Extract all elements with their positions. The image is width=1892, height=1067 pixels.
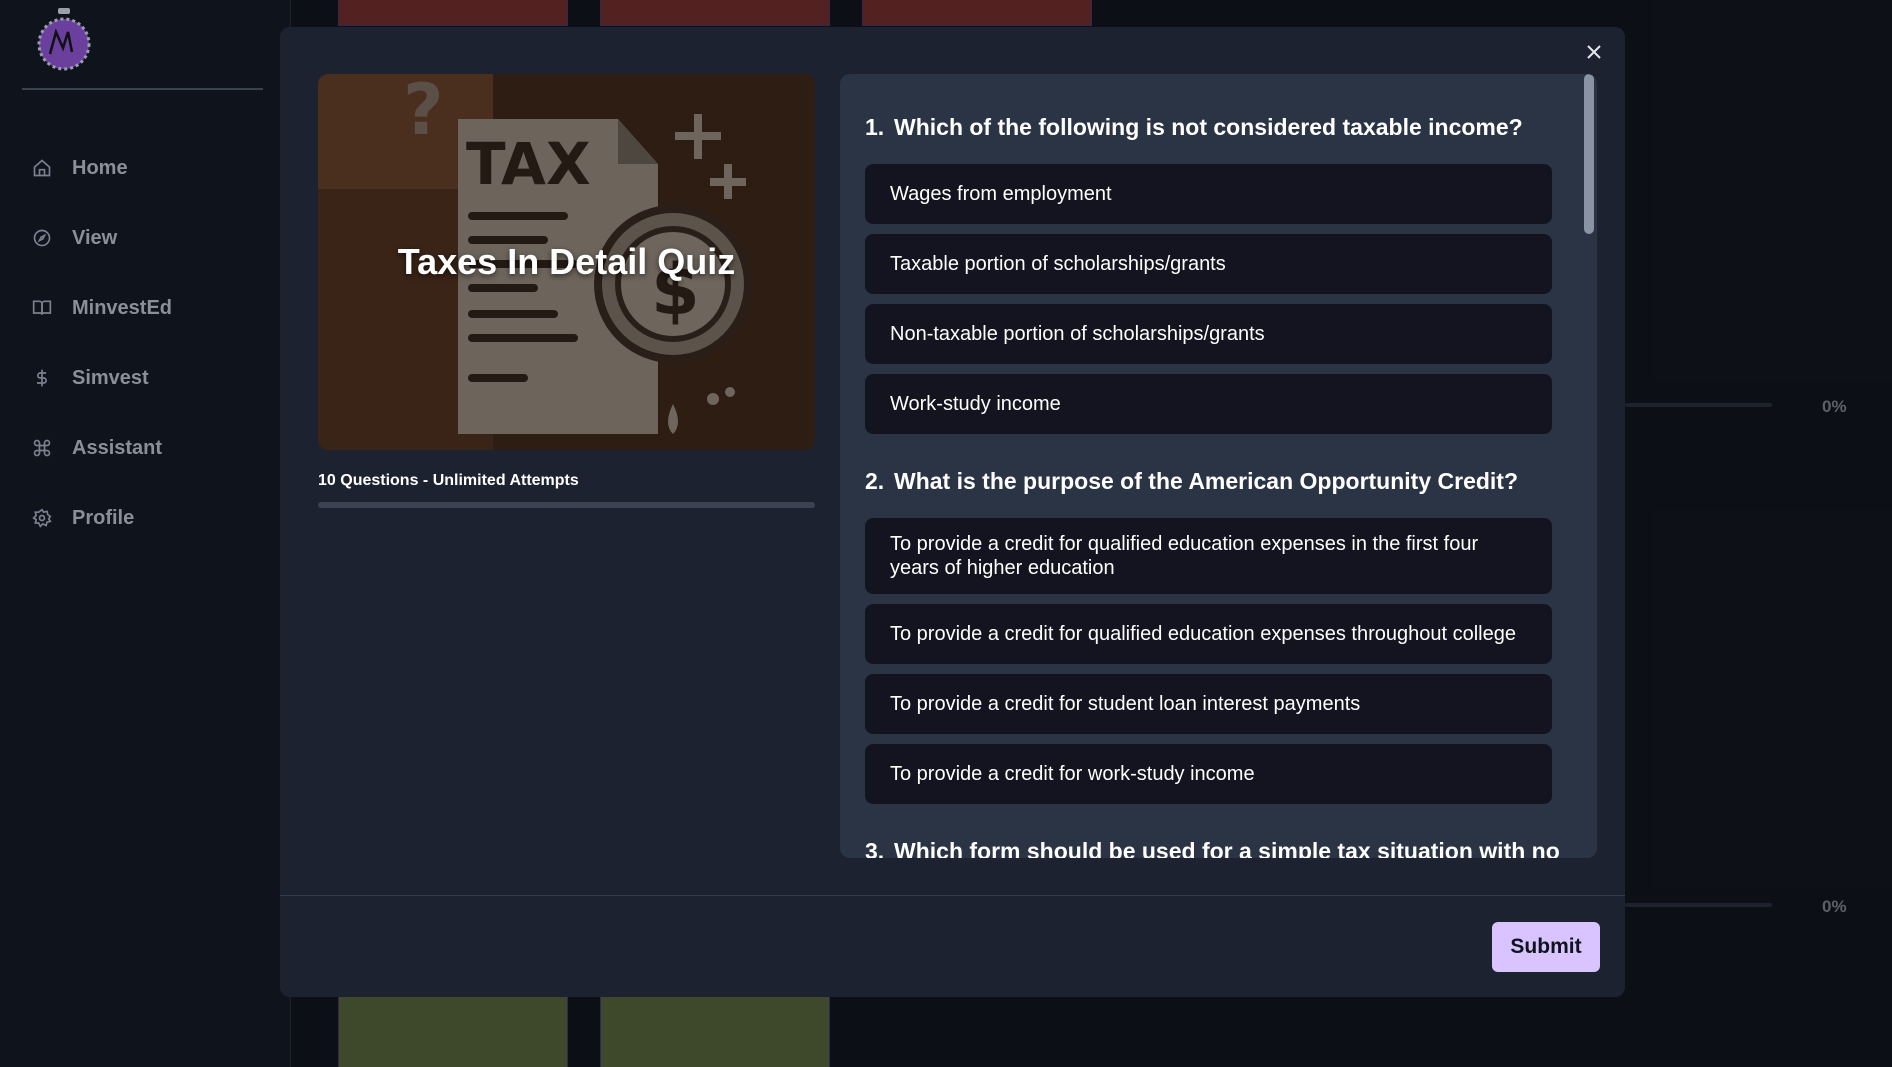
footer-divider [280,895,1625,896]
questions-list: 1. Which of the following is not consider… [840,74,1580,858]
question-block: 1. Which of the following is not consider… [865,74,1580,434]
quiz-meta: 10 Questions - Unlimited Attempts [318,472,579,489]
sidebar-item-home[interactable]: Home [0,133,291,203]
sidebar-item-assistant[interactable]: Assistant [0,413,291,483]
close-icon [1586,44,1602,65]
sidebar-nav: Home View MinvestEd Simvest Assistant Pr… [0,133,291,553]
question-title: 3. Which form should be used for a simple… [865,836,1580,858]
answer-option[interactable]: Wages from employment [865,164,1552,224]
sidebar-item-label: Assistant [72,436,163,459]
sidebar: Home View MinvestEd Simvest Assistant Pr… [0,0,291,1067]
question-title: 1. Which of the following is not consider… [865,112,1580,142]
sidebar-item-view[interactable]: View [0,203,291,273]
sidebar-item-label: Home [72,156,128,179]
command-icon [30,436,54,460]
submit-button[interactable]: Submit [1492,922,1600,972]
logo-icon[interactable] [36,6,92,72]
scrollbar-thumb[interactable] [1584,74,1594,234]
scrollbar[interactable] [1582,74,1594,858]
sidebar-item-label: View [72,226,118,249]
book-icon [30,296,54,320]
quiz-hero-image: ? TAX $ Taxes In Detail Quiz [318,74,815,450]
answer-option[interactable]: Taxable portion of scholarships/grants [865,234,1552,294]
question-block: 3. Which form should be used for a simple… [865,814,1580,858]
answer-option[interactable]: To provide a credit for work-study incom… [865,744,1552,804]
sidebar-item-minvested[interactable]: MinvestEd [0,273,291,343]
compass-icon [30,226,54,250]
sidebar-item-profile[interactable]: Profile [0,483,291,553]
answer-option[interactable]: To provide a credit for qualified educat… [865,518,1552,594]
sidebar-item-label: Simvest [72,366,149,389]
question-text: Which of the following is not considered… [894,114,1523,140]
questions-panel[interactable]: 1. Which of the following is not consider… [840,74,1597,858]
question-text: Which form should be used for a simple t… [894,838,1560,858]
sidebar-item-label: MinvestEd [72,296,173,319]
dollar-icon [30,366,54,390]
close-button[interactable] [1581,41,1607,67]
home-icon [30,156,54,180]
quiz-title: Taxes In Detail Quiz [397,241,736,282]
logo-divider [22,88,263,90]
answer-option[interactable]: To provide a credit for qualified educat… [865,604,1552,664]
answer-option[interactable]: Non-taxable portion of scholarships/gran… [865,304,1552,364]
answer-option[interactable]: Work-study income [865,374,1552,434]
quiz-modal: ? TAX $ Taxes In Detail Quiz 10 Question… [280,27,1625,997]
gear-icon [30,506,54,530]
question-text: What is the purpose of the American Oppo… [894,468,1519,494]
quiz-progress-bar [318,502,815,508]
question-number: 1. [865,114,885,140]
question-title: 2. What is the purpose of the American Op… [865,466,1580,496]
question-block: 2. What is the purpose of the American Op… [865,444,1580,804]
sidebar-item-simvest[interactable]: Simvest [0,343,291,413]
question-number: 3. [865,838,885,858]
sidebar-item-label: Profile [72,506,135,529]
question-number: 2. [865,468,885,494]
answer-option[interactable]: To provide a credit for student loan int… [865,674,1552,734]
